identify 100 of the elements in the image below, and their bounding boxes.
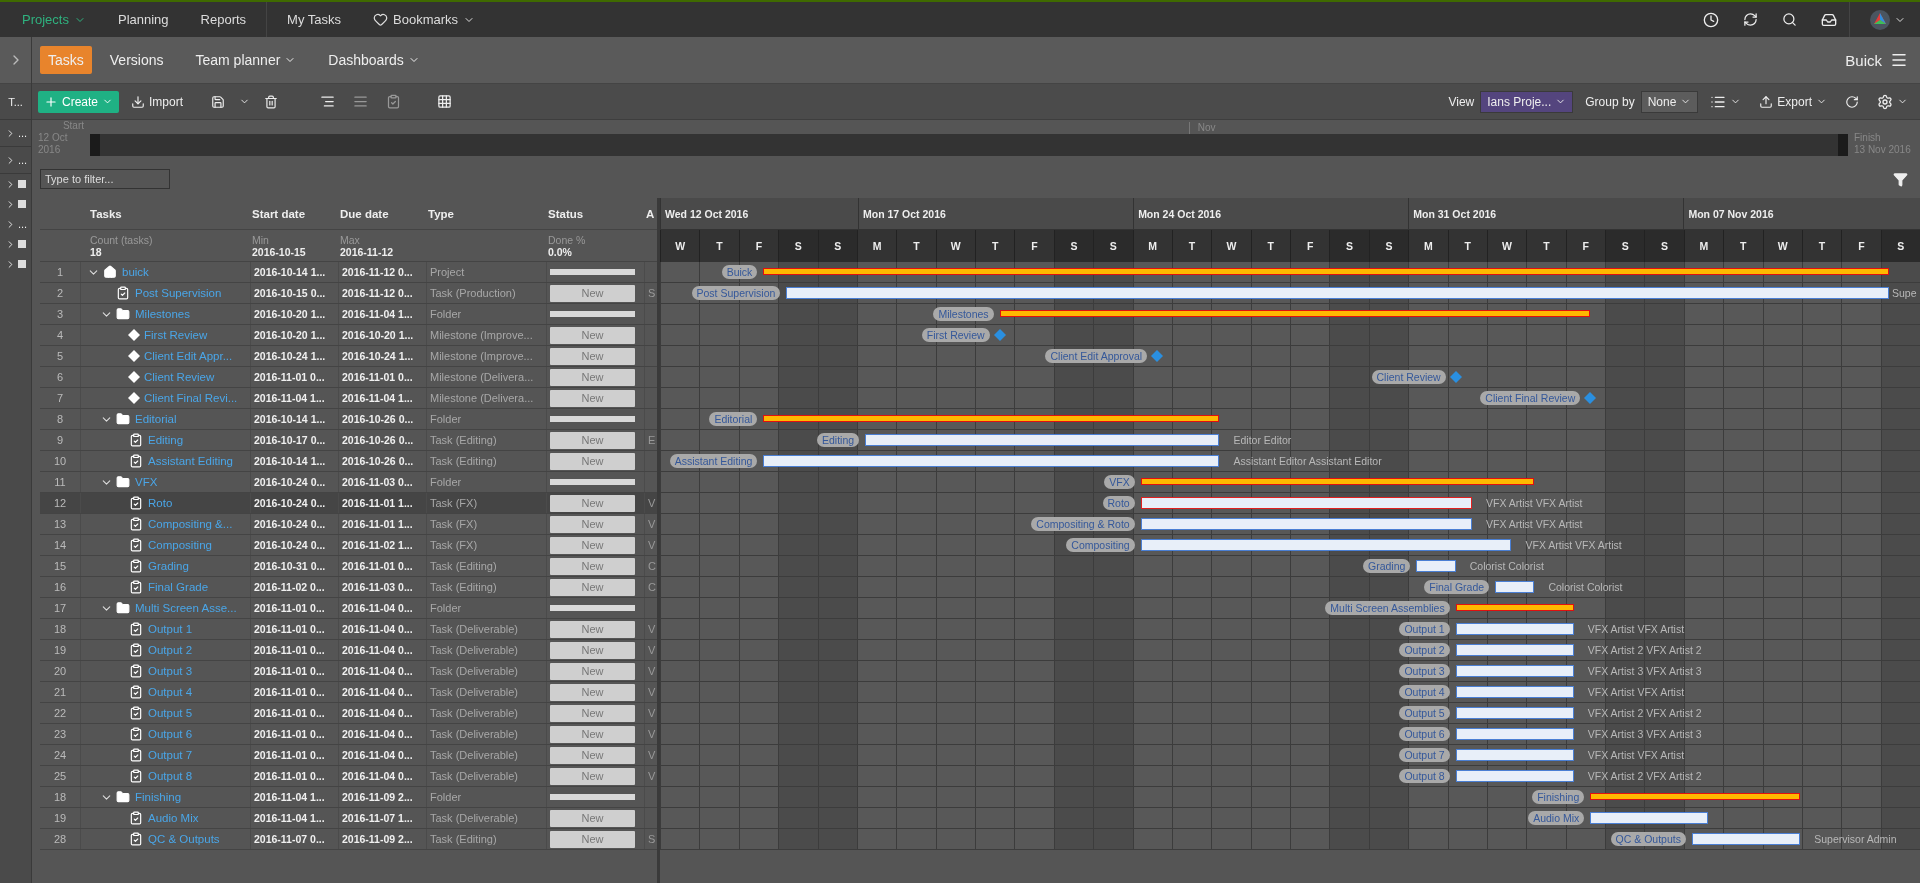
status-badge[interactable]: New <box>550 494 635 512</box>
task-name-link[interactable]: Assistant Editing <box>148 455 233 467</box>
task-bar[interactable] <box>1590 812 1709 824</box>
column-header[interactable]: A <box>646 207 655 220</box>
status-badge[interactable]: New <box>550 704 635 722</box>
status-badge[interactable]: New <box>550 662 635 680</box>
task-name-link[interactable]: Roto <box>148 497 173 509</box>
status-badge[interactable]: New <box>550 536 635 554</box>
nav-tab[interactable]: Team planner <box>181 46 311 74</box>
task-row[interactable]: 19 Output 2 2016-11-01 0... 2016-11-04 0... Task (Deliverable) New V <box>40 640 657 661</box>
task-row[interactable]: 10 Assistant Editing 2016-10-14 1... 2016-10-26 0... Task (Editing) New <box>40 451 657 472</box>
task-name-link[interactable]: Client Review <box>144 371 215 383</box>
task-bar[interactable] <box>1140 518 1473 530</box>
task-name-link[interactable]: Multi Screen Asse... <box>135 602 237 614</box>
task-name-link[interactable]: VFX <box>135 476 158 488</box>
task-name-link[interactable]: Output 4 <box>148 686 193 698</box>
nav-link[interactable]: My Tasks <box>271 12 358 27</box>
task-name-link[interactable]: Editorial <box>135 413 177 425</box>
task-row[interactable]: 16 Final Grade 2016-11-02 0... 2016-11-03 0... Task (Editing) New C <box>40 577 657 598</box>
task-bar[interactable] <box>1495 581 1535 593</box>
summary-bar[interactable] <box>1590 793 1801 800</box>
task-bar[interactable] <box>1140 497 1473 509</box>
task-row[interactable]: 25 Output 8 2016-11-01 0... 2016-11-04 0... Task (Deliverable) New V <box>40 766 657 787</box>
task-name-link[interactable]: Finishing <box>135 791 182 803</box>
status-badge[interactable]: New <box>550 746 635 764</box>
milestone-diamond[interactable] <box>1151 350 1164 362</box>
task-row[interactable]: 3 Milestones 2016-10-20 1... 2016-11-04 1... Folder <box>40 304 657 325</box>
status-badge[interactable]: New <box>550 578 635 596</box>
task-name-link[interactable]: Output 7 <box>148 749 193 761</box>
task-row[interactable]: 11 VFX 2016-10-24 0... 2016-11-03 0... Folder <box>40 472 657 493</box>
task-row[interactable]: 20 Output 3 2016-11-01 0... 2016-11-04 0... Task (Deliverable) New V <box>40 661 657 682</box>
task-bar[interactable] <box>786 287 1889 299</box>
summary-bar[interactable] <box>999 310 1591 317</box>
column-header[interactable]: Status <box>548 207 584 220</box>
status-badge[interactable]: New <box>550 809 635 827</box>
summary-bar[interactable] <box>1455 604 1574 611</box>
task-row[interactable]: 24 Output 7 2016-11-01 0... 2016-11-04 0... Task (Deliverable) New V <box>40 745 657 766</box>
task-row[interactable]: 23 Output 6 2016-11-01 0... 2016-11-04 0... Task (Deliverable) New V <box>40 724 657 745</box>
status-badge[interactable]: New <box>550 830 635 848</box>
task-bar[interactable] <box>763 455 1220 467</box>
task-name-link[interactable]: buick <box>122 266 149 278</box>
range-handle[interactable] <box>1838 134 1848 156</box>
task-row[interactable]: 28 QC & Outputs 2016-11-07 0... 2016-11-09 2... Task (Editing) New S <box>40 829 657 850</box>
import-button[interactable]: Import <box>125 90 190 113</box>
status-badge[interactable]: New <box>550 557 635 575</box>
export-button[interactable]: Export <box>1753 90 1833 113</box>
status-badge[interactable]: New <box>550 326 635 344</box>
status-badge[interactable]: New <box>550 389 635 407</box>
milestone-diamond[interactable] <box>1584 392 1597 404</box>
summary-bar[interactable] <box>763 268 1889 275</box>
task-name-link[interactable]: First Review <box>144 329 208 341</box>
task-row[interactable]: 7 Client Final Revi... 2016-11-04 1... 2016-11-04 1... Milestone (Delivera... New <box>40 388 657 409</box>
task-row[interactable]: 6 Client Review 2016-11-01 0... 2016-11-01 0... Milestone (Delivera... New <box>40 367 657 388</box>
task-row[interactable]: 13 Compositing &... 2016-10-24 0... 2016-11-01 1... Task (FX) New V <box>40 514 657 535</box>
task-bar[interactable] <box>1140 539 1512 551</box>
task-row[interactable]: 18 Finishing 2016-11-04 1... 2016-11-09 2... Folder <box>40 787 657 808</box>
nav-tab[interactable]: Tasks <box>40 46 92 74</box>
task-row[interactable]: 9 Editing 2016-10-17 0... 2016-10-26 0... Task (Editing) New E <box>40 430 657 451</box>
task-row[interactable]: 4 First Review 2016-10-20 1... 2016-10-20 1... Milestone (Improve... New <box>40 325 657 346</box>
task-bar[interactable] <box>1455 728 1574 740</box>
rail-item[interactable]: ... <box>0 147 31 174</box>
task-bar[interactable] <box>1455 686 1574 698</box>
task-name-link[interactable]: Compositing &... <box>148 518 233 530</box>
task-bar[interactable] <box>1455 665 1574 677</box>
nav-link[interactable]: Projects <box>6 12 102 27</box>
task-name-link[interactable]: Editing <box>148 434 184 446</box>
filter-icon[interactable] <box>1893 171 1908 187</box>
task-name-link[interactable]: Audio Mix <box>148 812 199 824</box>
task-row[interactable]: 14 Compositing 2016-10-24 0... 2016-11-02 1... Task (FX) New V <box>40 535 657 556</box>
status-badge[interactable]: New <box>550 683 635 701</box>
task-bar[interactable] <box>1455 623 1574 635</box>
task-name-link[interactable]: Client Edit Appr... <box>144 350 233 362</box>
range-handle[interactable] <box>90 134 100 156</box>
task-name-link[interactable]: Grading <box>148 560 189 572</box>
task-name-link[interactable]: Final Grade <box>148 581 209 593</box>
task-bar[interactable] <box>1455 707 1574 719</box>
task-row[interactable]: 2 Post Supervision 2016-10-15 0... 2016-11-12 0... Task (Production) New S <box>40 283 657 304</box>
task-name-link[interactable]: Output 8 <box>148 770 193 782</box>
status-badge[interactable]: New <box>550 515 635 533</box>
nav-tab[interactable]: Dashboards <box>314 46 434 74</box>
status-badge[interactable]: New <box>550 347 635 365</box>
nav-link[interactable]: Reports <box>184 12 263 27</box>
task-name-link[interactable]: Output 2 <box>148 644 193 656</box>
group-by-select[interactable]: None <box>1640 90 1699 113</box>
task-name-link[interactable]: QC & Outputs <box>148 833 220 845</box>
column-header[interactable]: Tasks <box>90 207 122 220</box>
task-name-link[interactable]: Post Supervision <box>135 287 222 299</box>
column-header[interactable]: Due date <box>340 207 389 220</box>
task-name-link[interactable]: Milestones <box>135 308 190 320</box>
rail-item[interactable]: ... <box>0 120 31 147</box>
status-badge[interactable]: New <box>550 725 635 743</box>
task-bar[interactable] <box>1455 770 1574 782</box>
task-name-link[interactable]: Output 6 <box>148 728 193 740</box>
column-header[interactable]: Start date <box>252 207 306 220</box>
task-bar[interactable] <box>1455 644 1574 656</box>
task-row[interactable]: 12 Roto 2016-10-24 0... 2016-11-01 1... Task (FX) New V <box>40 493 657 514</box>
task-bar[interactable] <box>1416 560 1456 572</box>
status-badge[interactable]: New <box>550 368 635 386</box>
task-name-link[interactable]: Client Final Revi... <box>144 392 238 404</box>
summary-bar[interactable] <box>763 415 1220 422</box>
